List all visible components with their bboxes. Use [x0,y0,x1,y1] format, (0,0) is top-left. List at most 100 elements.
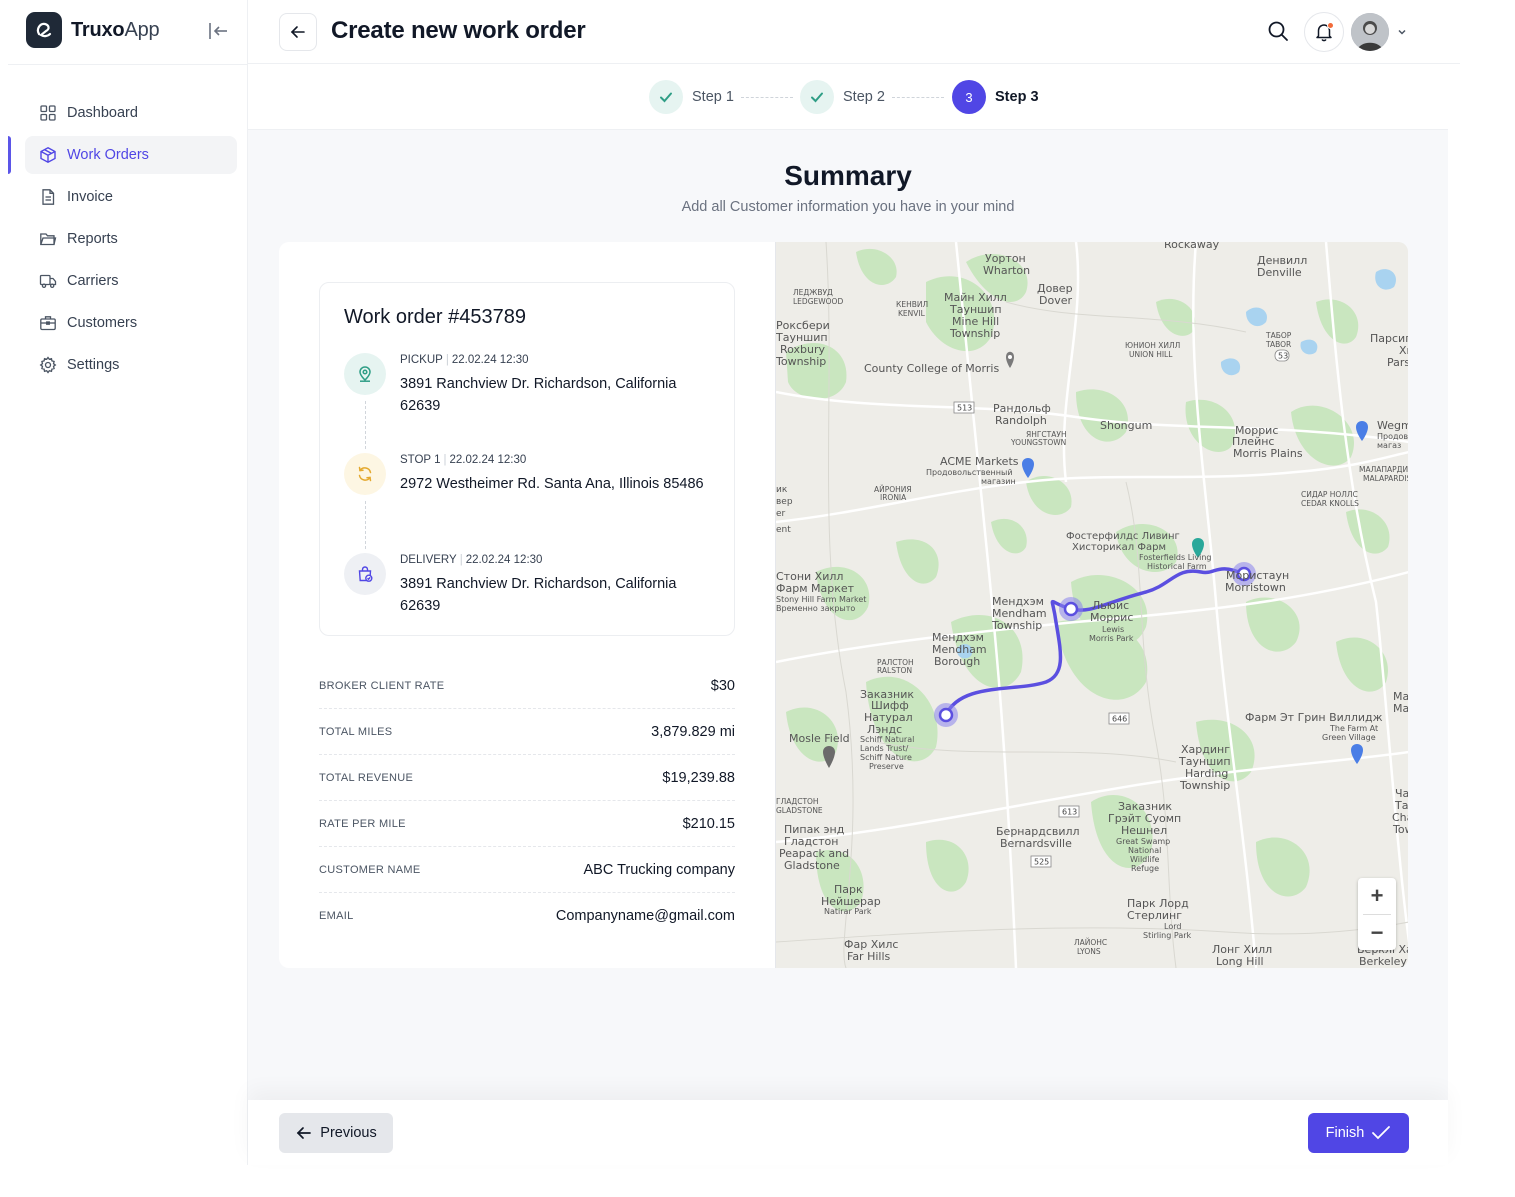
sidebar-item-work-orders[interactable]: Work Orders [8,136,237,174]
sidebar-item-label: Invoice [67,189,113,205]
svg-text:вер: вер [776,497,793,507]
stop-connector [365,401,366,449]
svg-text:ик: ик [776,485,788,495]
svg-text:YOUNGSTOWN: YOUNGSTOWN [1010,438,1066,447]
svg-text:Natirar Park: Natirar Park [824,907,872,916]
arrow-left-icon [297,1127,312,1139]
brand-name: TruxoApp [71,18,160,41]
svg-text:613: 613 [1062,808,1077,817]
svg-text:Morris Plains: Morris Plains [1233,447,1303,460]
finish-label: Finish [1325,1125,1365,1141]
sidebar-item-customers[interactable]: Customers [25,304,237,342]
sidebar-item-dashboard[interactable]: Dashboard [25,94,237,132]
check-icon [649,80,683,114]
svg-text:магазин: магазин [981,477,1016,486]
search-icon[interactable] [1266,19,1290,43]
svg-text:National: National [1128,846,1161,855]
step-1[interactable]: Step 1 [649,80,734,114]
previous-button[interactable]: Previous [279,1113,393,1153]
stop-meta: DELIVERY | 22.02.24 12:30 [400,554,543,566]
svg-text:LEDGEWOOD: LEDGEWOOD [793,297,843,306]
svg-text:Schiff Nature: Schiff Nature [860,753,912,762]
svg-text:Stirling Park: Stirling Park [1143,931,1192,940]
svg-text:Historical Farm: Historical Farm [1147,562,1207,571]
gear-icon [39,356,57,374]
svg-text:ЛЕДЖВУД: ЛЕДЖВУД [793,288,833,297]
box-icon [39,146,57,164]
notification-dot [1327,22,1334,29]
stop-meta: PICKUP | 22.02.24 12:30 [400,354,529,366]
notifications-button[interactable] [1304,12,1344,52]
stop-address: 3891 Ranchview Dr. Richardson, Californi… [400,576,677,614]
sidebar-item-carriers[interactable]: Carriers [25,262,237,300]
svg-text:CEDAR KNOLLS: CEDAR KNOLLS [1301,499,1359,508]
detail-total-miles: TOTAL MILES 3,879.829 mi [319,709,735,755]
svg-text:Mosle Field: Mosle Field [789,732,850,745]
svg-text:КЕНВИЛ: КЕНВИЛ [896,300,928,309]
step-3[interactable]: 3 Step 3 [952,80,1039,114]
detail-broker-client-rate: BROKER CLIENT RATE $30 [319,663,735,709]
step-connector [892,97,944,98]
top-header: Create new work order [248,0,1460,64]
step-2[interactable]: Step 2 [800,80,885,114]
svg-text:Rockaway: Rockaway [1164,242,1220,251]
route-map[interactable]: 513 53 646 613 525 Rockaway Уортон Whart… [775,242,1408,968]
svg-text:ТАБОР: ТАБОР [1265,331,1292,340]
detail-total-revenue: TOTAL REVENUE $19,239.88 [319,755,735,801]
svg-text:Schiff Natural: Schiff Natural [860,735,914,744]
svg-text:646: 646 [1112,715,1127,724]
sidebar-item-settings[interactable]: Settings [25,346,237,384]
back-button[interactable] [279,13,317,51]
zoom-out-button[interactable]: − [1358,915,1396,951]
svg-text:KENVIL: KENVIL [898,309,926,318]
route-waypoint-stop[interactable] [1059,597,1083,621]
sidebar-item-label: Work Orders [67,147,149,163]
check-icon [800,80,834,114]
page-title: Create new work order [331,17,586,44]
sidebar-divider [8,64,247,65]
detail-rate-per-mile: RATE PER MILE $210.15 [319,801,735,847]
svg-text:GLADSTONE: GLADSTONE [776,806,823,815]
sidebar-item-label: Customers [67,315,138,331]
svg-text:UNION HILL: UNION HILL [1129,350,1173,359]
svg-text:Фостерфилдс Ливинг: Фостерфилдс Ливинг [1066,531,1180,542]
previous-label: Previous [320,1125,377,1141]
map-canvas[interactable]: 513 53 646 613 525 Rockaway Уортон Whart… [776,242,1408,968]
svg-text:Denville: Denville [1257,266,1302,279]
svg-text:Township: Township [991,619,1042,632]
step-connector [741,97,793,98]
finish-button[interactable]: Finish [1308,1113,1409,1153]
svg-text:Фарм Маркет: Фарм Маркет [776,582,855,595]
truck-icon [39,272,57,290]
svg-text:Parsip: Parsip [1387,356,1408,369]
avatar[interactable] [1351,13,1389,51]
svg-text:Berkeley: Berkeley [1359,955,1407,968]
sidebar: TruxoApp Dashboard Work Orders Invoice R… [8,0,248,1165]
route-waypoint-start[interactable] [934,703,958,727]
svg-text:ent: ent [776,525,791,535]
svg-text:RALSTON: RALSTON [877,666,912,675]
sidebar-item-invoice[interactable]: Invoice [25,178,237,216]
svg-text:53: 53 [1278,352,1288,361]
summary-card: Work order #453789 PICKUP | 22.02.24 12:30… [279,242,1408,968]
svg-text:Wharton: Wharton [983,264,1030,277]
sidebar-item-label: Carriers [67,273,119,289]
svg-text:ЮНИОН ХИЛЛ: ЮНИОН ХИЛЛ [1125,341,1180,350]
sidebar-nav: Dashboard Work Orders Invoice Reports Ca… [8,94,237,388]
sidebar-item-reports[interactable]: Reports [25,220,237,258]
brand[interactable]: TruxoApp [26,12,160,48]
stop-meta: STOP 1 | 22.02.24 12:30 [400,454,527,466]
svg-text:Morris Park: Morris Park [1089,634,1134,643]
chevron-down-icon[interactable] [1396,25,1408,37]
svg-text:Lewis: Lewis [1102,625,1124,634]
detail-email: EMAIL Companyname@gmail.com [319,908,735,924]
collapse-sidebar-icon[interactable] [205,18,231,44]
svg-text:Wegm: Wegm [1377,419,1408,432]
svg-text:Dover: Dover [1039,294,1072,307]
svg-text:Продов: Продов [1377,432,1408,441]
svg-text:Great Swamp: Great Swamp [1116,837,1170,846]
stop-connector [365,501,366,549]
zoom-in-button[interactable]: + [1358,878,1396,914]
arrow-left-icon [290,26,305,38]
svg-text:Хисторикал Фарм: Хисторикал Фарм [1072,542,1166,553]
